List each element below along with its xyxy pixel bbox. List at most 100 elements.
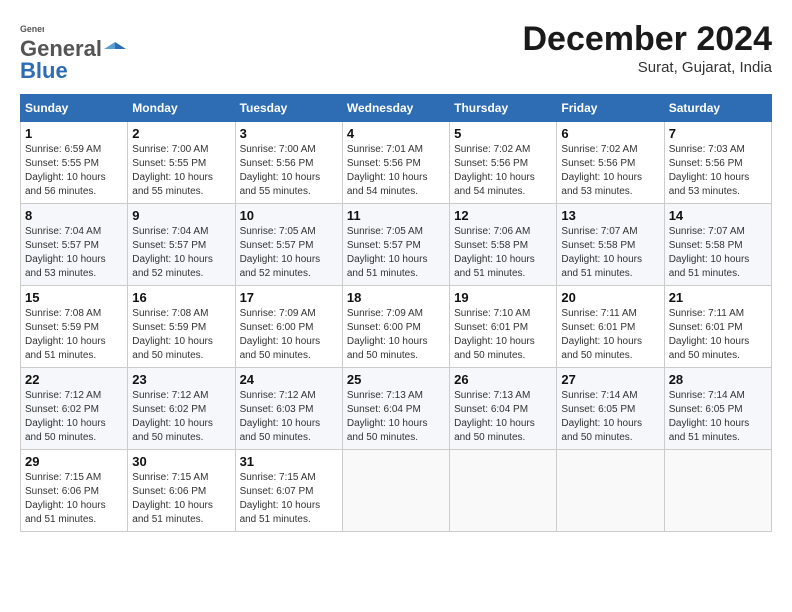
day-number: 3 [240, 126, 338, 141]
table-row: 28 Sunrise: 7:14 AM Sunset: 6:05 PM Dayl… [664, 368, 771, 450]
day-detail: Sunrise: 7:04 AM Sunset: 5:57 PM Dayligh… [25, 225, 123, 281]
table-row: 30 Sunrise: 7:15 AM Sunset: 6:06 PM Dayl… [128, 450, 235, 532]
day-detail: Sunrise: 7:02 AM Sunset: 5:56 PM Dayligh… [454, 143, 552, 199]
day-number: 6 [561, 126, 659, 141]
day-detail: Sunrise: 7:02 AM Sunset: 5:56 PM Dayligh… [561, 143, 659, 199]
table-row: 23 Sunrise: 7:12 AM Sunset: 6:02 PM Dayl… [128, 368, 235, 450]
table-row [342, 450, 449, 532]
table-row: 6 Sunrise: 7:02 AM Sunset: 5:56 PM Dayli… [557, 122, 664, 204]
table-row: 18 Sunrise: 7:09 AM Sunset: 6:00 PM Dayl… [342, 286, 449, 368]
day-detail: Sunrise: 7:08 AM Sunset: 5:59 PM Dayligh… [132, 307, 230, 363]
day-detail: Sunrise: 7:15 AM Sunset: 6:06 PM Dayligh… [25, 471, 123, 527]
day-number: 21 [669, 290, 767, 305]
location: Surat, Gujarat, India [522, 59, 772, 76]
logo: General General Blue [20, 20, 126, 84]
table-row: 12 Sunrise: 7:06 AM Sunset: 5:58 PM Dayl… [450, 204, 557, 286]
day-number: 23 [132, 372, 230, 387]
day-detail: Sunrise: 7:07 AM Sunset: 5:58 PM Dayligh… [561, 225, 659, 281]
day-number: 10 [240, 208, 338, 223]
day-detail: Sunrise: 7:00 AM Sunset: 5:56 PM Dayligh… [240, 143, 338, 199]
table-row: 17 Sunrise: 7:09 AM Sunset: 6:00 PM Dayl… [235, 286, 342, 368]
header-saturday: Saturday [664, 95, 771, 122]
day-detail: Sunrise: 7:05 AM Sunset: 5:57 PM Dayligh… [240, 225, 338, 281]
day-detail: Sunrise: 7:06 AM Sunset: 5:58 PM Dayligh… [454, 225, 552, 281]
table-row: 20 Sunrise: 7:11 AM Sunset: 6:01 PM Dayl… [557, 286, 664, 368]
day-number: 5 [454, 126, 552, 141]
calendar-week-row: 8 Sunrise: 7:04 AM Sunset: 5:57 PM Dayli… [21, 204, 772, 286]
table-row: 27 Sunrise: 7:14 AM Sunset: 6:05 PM Dayl… [557, 368, 664, 450]
table-row [450, 450, 557, 532]
table-row: 24 Sunrise: 7:12 AM Sunset: 6:03 PM Dayl… [235, 368, 342, 450]
day-number: 19 [454, 290, 552, 305]
calendar-week-row: 15 Sunrise: 7:08 AM Sunset: 5:59 PM Dayl… [21, 286, 772, 368]
day-number: 12 [454, 208, 552, 223]
day-detail: Sunrise: 7:12 AM Sunset: 6:02 PM Dayligh… [25, 389, 123, 445]
table-row: 22 Sunrise: 7:12 AM Sunset: 6:02 PM Dayl… [21, 368, 128, 450]
logo-bird-icon [104, 38, 126, 60]
table-row: 4 Sunrise: 7:01 AM Sunset: 5:56 PM Dayli… [342, 122, 449, 204]
day-detail: Sunrise: 7:13 AM Sunset: 6:04 PM Dayligh… [454, 389, 552, 445]
header-wednesday: Wednesday [342, 95, 449, 122]
table-row: 19 Sunrise: 7:10 AM Sunset: 6:01 PM Dayl… [450, 286, 557, 368]
day-detail: Sunrise: 7:04 AM Sunset: 5:57 PM Dayligh… [132, 225, 230, 281]
day-number: 8 [25, 208, 123, 223]
day-number: 30 [132, 454, 230, 469]
svg-text:General: General [20, 24, 44, 34]
day-detail: Sunrise: 7:13 AM Sunset: 6:04 PM Dayligh… [347, 389, 445, 445]
day-detail: Sunrise: 7:05 AM Sunset: 5:57 PM Dayligh… [347, 225, 445, 281]
calendar-week-row: 22 Sunrise: 7:12 AM Sunset: 6:02 PM Dayl… [21, 368, 772, 450]
day-detail: Sunrise: 7:12 AM Sunset: 6:03 PM Dayligh… [240, 389, 338, 445]
month-title: December 2024 [522, 20, 772, 59]
day-number: 7 [669, 126, 767, 141]
calendar-body: 1 Sunrise: 6:59 AM Sunset: 5:55 PM Dayli… [21, 122, 772, 532]
calendar-header-row: Sunday Monday Tuesday Wednesday Thursday… [21, 95, 772, 122]
day-detail: Sunrise: 7:14 AM Sunset: 6:05 PM Dayligh… [669, 389, 767, 445]
day-number: 15 [25, 290, 123, 305]
calendar-table: Sunday Monday Tuesday Wednesday Thursday… [20, 94, 772, 532]
day-number: 26 [454, 372, 552, 387]
day-detail: Sunrise: 7:08 AM Sunset: 5:59 PM Dayligh… [25, 307, 123, 363]
day-number: 28 [669, 372, 767, 387]
table-row: 25 Sunrise: 7:13 AM Sunset: 6:04 PM Dayl… [342, 368, 449, 450]
day-detail: Sunrise: 7:03 AM Sunset: 5:56 PM Dayligh… [669, 143, 767, 199]
day-detail: Sunrise: 7:11 AM Sunset: 6:01 PM Dayligh… [561, 307, 659, 363]
table-row [557, 450, 664, 532]
day-number: 31 [240, 454, 338, 469]
header-monday: Monday [128, 95, 235, 122]
day-number: 16 [132, 290, 230, 305]
table-row [664, 450, 771, 532]
day-detail: Sunrise: 7:11 AM Sunset: 6:01 PM Dayligh… [669, 307, 767, 363]
day-number: 1 [25, 126, 123, 141]
day-number: 29 [25, 454, 123, 469]
table-row: 26 Sunrise: 7:13 AM Sunset: 6:04 PM Dayl… [450, 368, 557, 450]
day-detail: Sunrise: 7:10 AM Sunset: 6:01 PM Dayligh… [454, 307, 552, 363]
day-detail: Sunrise: 6:59 AM Sunset: 5:55 PM Dayligh… [25, 143, 123, 199]
day-number: 22 [25, 372, 123, 387]
table-row: 5 Sunrise: 7:02 AM Sunset: 5:56 PM Dayli… [450, 122, 557, 204]
day-number: 9 [132, 208, 230, 223]
table-row: 21 Sunrise: 7:11 AM Sunset: 6:01 PM Dayl… [664, 286, 771, 368]
day-detail: Sunrise: 7:09 AM Sunset: 6:00 PM Dayligh… [240, 307, 338, 363]
day-number: 17 [240, 290, 338, 305]
table-row: 11 Sunrise: 7:05 AM Sunset: 5:57 PM Dayl… [342, 204, 449, 286]
table-row: 13 Sunrise: 7:07 AM Sunset: 5:58 PM Dayl… [557, 204, 664, 286]
day-number: 25 [347, 372, 445, 387]
day-detail: Sunrise: 7:15 AM Sunset: 6:06 PM Dayligh… [132, 471, 230, 527]
day-number: 27 [561, 372, 659, 387]
header-thursday: Thursday [450, 95, 557, 122]
table-row: 29 Sunrise: 7:15 AM Sunset: 6:06 PM Dayl… [21, 450, 128, 532]
day-detail: Sunrise: 7:00 AM Sunset: 5:55 PM Dayligh… [132, 143, 230, 199]
table-row: 1 Sunrise: 6:59 AM Sunset: 5:55 PM Dayli… [21, 122, 128, 204]
table-row: 15 Sunrise: 7:08 AM Sunset: 5:59 PM Dayl… [21, 286, 128, 368]
logo-icon: General [20, 22, 44, 36]
day-number: 11 [347, 208, 445, 223]
title-section: December 2024 Surat, Gujarat, India [522, 20, 772, 76]
table-row: 7 Sunrise: 7:03 AM Sunset: 5:56 PM Dayli… [664, 122, 771, 204]
day-number: 24 [240, 372, 338, 387]
day-number: 13 [561, 208, 659, 223]
day-detail: Sunrise: 7:01 AM Sunset: 5:56 PM Dayligh… [347, 143, 445, 199]
table-row: 10 Sunrise: 7:05 AM Sunset: 5:57 PM Dayl… [235, 204, 342, 286]
day-detail: Sunrise: 7:12 AM Sunset: 6:02 PM Dayligh… [132, 389, 230, 445]
table-row: 14 Sunrise: 7:07 AM Sunset: 5:58 PM Dayl… [664, 204, 771, 286]
day-number: 14 [669, 208, 767, 223]
